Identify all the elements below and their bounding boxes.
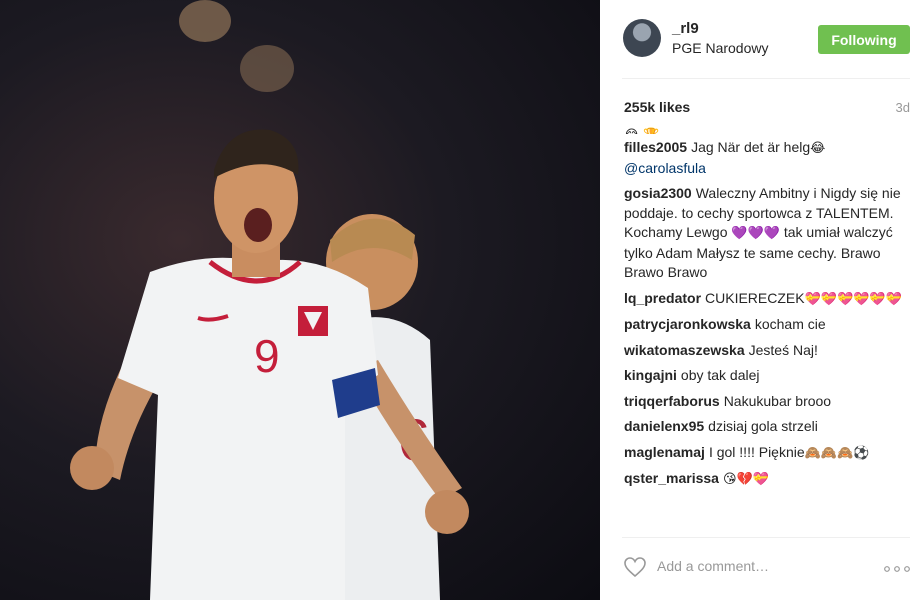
post-header: _rl9 PGE Narodowy Following — [600, 0, 917, 78]
partial-emoji: 😂 🏆 — [624, 128, 660, 134]
comment-item: triqqerfaborus Nakukubar brooo — [624, 392, 914, 412]
avatar[interactable] — [623, 19, 661, 57]
comment-username[interactable]: triqqerfaborus — [624, 393, 720, 409]
comment-username[interactable]: filles2005 — [624, 139, 687, 155]
likes-count[interactable]: 255k likes — [624, 99, 690, 115]
footer-divider — [622, 537, 910, 538]
comment-username[interactable]: danielenx95 — [624, 418, 704, 434]
comment-emoji: 😂 — [810, 141, 826, 156]
comment-text: dzisiaj gola strzeli — [708, 418, 818, 434]
post-photo[interactable]: 6 9 — [0, 0, 600, 600]
comment-item: kingajni oby tak dalej — [624, 366, 914, 386]
comment-text: oby tak dalej — [680, 367, 760, 383]
header-divider — [622, 78, 910, 79]
comment-item: gosia2300 Waleczny Ambitny i Nigdy się ni… — [624, 184, 914, 283]
comment-username[interactable]: patrycjaronkowska — [624, 316, 751, 332]
comment-username[interactable]: kingajni — [624, 367, 677, 383]
comment-emoji: 💜💜💜 — [731, 226, 780, 241]
comment-emoji: 💝💝💝💝💝💝 — [804, 291, 902, 307]
post-timestamp[interactable]: 3d — [896, 100, 910, 115]
shirt-number-9: 9 — [254, 330, 280, 382]
comment-username[interactable]: gosia2300 — [624, 185, 692, 201]
more-dots-icon[interactable] — [884, 566, 910, 572]
comment-username[interactable]: maglenamaj — [624, 444, 705, 460]
comment-mention[interactable]: @carolasfula — [624, 160, 706, 176]
comment-text: CUKIERECZEK — [705, 289, 805, 306]
comment-username[interactable]: lq_predator — [624, 290, 701, 306]
truncated-comment: 😂 🏆 — [624, 126, 914, 134]
comment-item: lq_predator CUKIERECZEK💝💝💝💝💝💝 — [624, 289, 914, 310]
comment-item: maglenamaj I gol !!!! Pięknie🙈🙈🙈⚽ — [624, 443, 914, 464]
comment-text: Nakukubar brooo — [723, 392, 832, 409]
comment-item: qster_marissa 😘💔💝 — [624, 469, 914, 490]
comments-list: 😂 🏆 filles2005Jag När det är helg😂 @caro… — [624, 126, 914, 522]
comment-text: I gol !!!! Pięknie — [708, 443, 805, 460]
following-button[interactable]: Following — [818, 25, 910, 54]
players-illustration: 6 9 — [70, 129, 469, 600]
comment-username[interactable]: qster_marissa — [624, 470, 719, 486]
comment-text: Jag När det är helg — [691, 139, 811, 155]
username-link[interactable]: _rl9 — [672, 20, 699, 37]
comment-item: filles2005 Jag När det är helg😂 @carolasf… — [624, 138, 914, 178]
add-comment-input[interactable]: Add a comment… — [657, 558, 769, 574]
location-link[interactable]: PGE Narodowy — [672, 40, 768, 56]
comment-item: danielenx95 dzisiaj gola strzeli — [624, 417, 914, 437]
comment-username[interactable]: wikatomaszewska — [624, 342, 745, 358]
comment-item: patrycjaronkowska kocham cie — [624, 315, 914, 335]
comment-item: wikatomaszewska Jesteś Naj! — [624, 341, 914, 361]
comment-text: kocham cie — [754, 316, 826, 332]
comment-emoji: 😘💔💝 — [722, 472, 769, 487]
heart-outline-icon[interactable] — [623, 556, 647, 578]
comment-emoji: 🙈🙈🙈⚽ — [804, 445, 870, 461]
comment-text: Jesteś Naj! — [748, 341, 818, 358]
post-details-panel: _rl9 PGE Narodowy Following 255k likes 3… — [600, 0, 917, 600]
